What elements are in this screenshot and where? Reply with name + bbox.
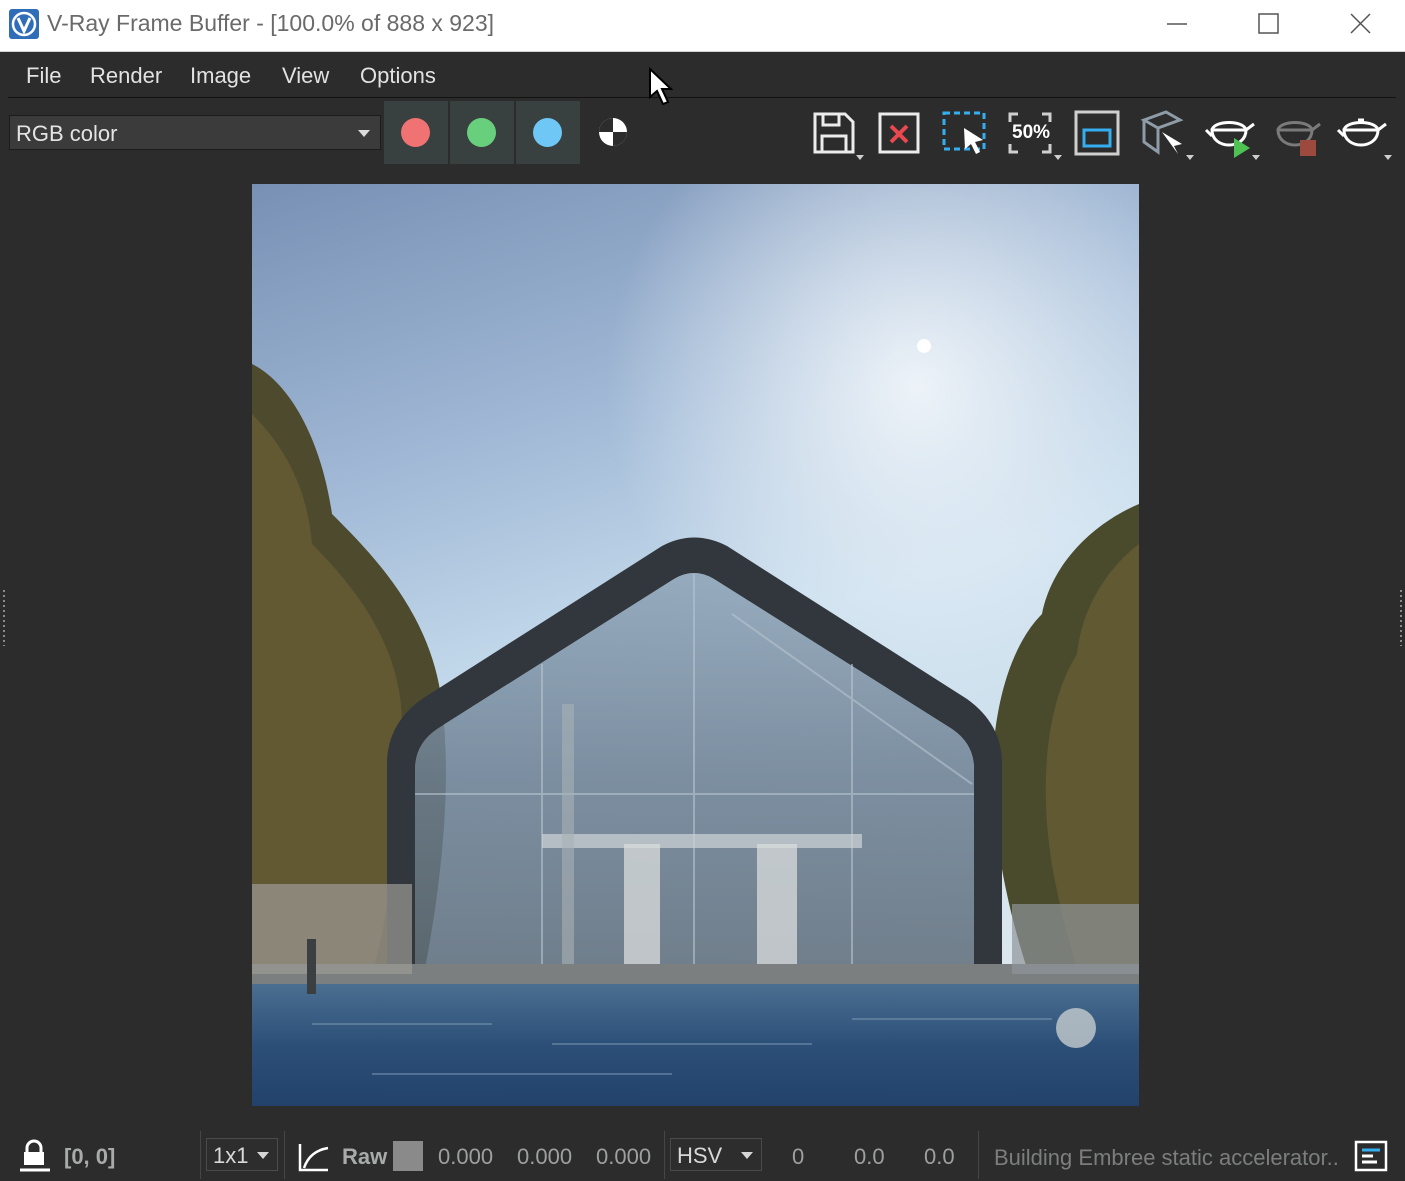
green-value: 0.000 bbox=[517, 1144, 573, 1169]
clear-image-button[interactable] bbox=[872, 106, 928, 162]
title-bar: V-Ray Frame Buffer - [100.0% of 888 x 92… bbox=[0, 0, 1405, 52]
channel-value: RGB color bbox=[16, 121, 118, 146]
left-panel-grip[interactable] bbox=[2, 590, 6, 646]
dropdown-arrow-icon bbox=[1186, 155, 1194, 160]
curve-icon bbox=[298, 1144, 329, 1172]
chevron-down-icon bbox=[358, 130, 370, 137]
alpha-channel-button[interactable] bbox=[585, 104, 641, 160]
stop-render-button[interactable] bbox=[1268, 106, 1324, 162]
alpha-icon bbox=[599, 118, 627, 146]
blue-channel-button[interactable] bbox=[516, 101, 580, 164]
divider bbox=[664, 1131, 665, 1179]
chevron-down-icon bbox=[741, 1152, 753, 1159]
color-curve-button[interactable] bbox=[296, 1138, 330, 1174]
menu-divider bbox=[8, 97, 1396, 98]
render-log-button[interactable] bbox=[1353, 1138, 1389, 1174]
lock-cursor-button[interactable] bbox=[18, 1138, 52, 1174]
green-dot-icon bbox=[467, 118, 496, 147]
dropdown-arrow-icon bbox=[1252, 155, 1260, 160]
zoom-50-button[interactable]: 50% bbox=[1004, 106, 1062, 162]
save-image-button[interactable] bbox=[806, 106, 864, 162]
minimize-button[interactable] bbox=[1155, 6, 1199, 42]
menu-options[interactable]: Options bbox=[360, 63, 436, 89]
rendered-image bbox=[252, 184, 1139, 1106]
track-mouse-icon bbox=[1074, 110, 1120, 156]
dropdown-arrow-icon bbox=[1384, 155, 1392, 160]
menu-bar: File Render Image View Options bbox=[0, 52, 1405, 98]
menu-render[interactable]: Render bbox=[90, 63, 162, 89]
color-swatch bbox=[393, 1141, 423, 1171]
render-camera-button[interactable] bbox=[1136, 106, 1194, 162]
divider bbox=[978, 1131, 979, 1179]
toolbar: RGB color 50% bbox=[0, 100, 1405, 166]
status-bar: [0, 0] 1x1 Raw 0.000 0.000 0.000 HSV 0 0… bbox=[0, 1130, 1405, 1181]
red-dot-icon bbox=[401, 118, 430, 147]
track-mouse-button[interactable] bbox=[1070, 106, 1126, 162]
render-teapot-button[interactable] bbox=[1334, 106, 1392, 162]
blue-dot-icon bbox=[533, 118, 562, 147]
red-value: 0.000 bbox=[438, 1144, 494, 1169]
menu-view[interactable]: View bbox=[282, 63, 329, 89]
start-render-icon bbox=[1204, 121, 1255, 158]
color-space-value: HSV bbox=[677, 1143, 723, 1168]
zoom-label: 50% bbox=[1012, 122, 1051, 143]
dropdown-arrow-icon bbox=[856, 155, 864, 160]
raw-label: Raw bbox=[342, 1144, 388, 1169]
menu-file[interactable]: File bbox=[26, 63, 61, 89]
log-icon bbox=[1354, 1140, 1388, 1172]
close-button[interactable] bbox=[1338, 6, 1382, 42]
render-camera-icon bbox=[1140, 110, 1184, 155]
sample-size-select[interactable]: 1x1 bbox=[206, 1138, 278, 1171]
right-panel-grip[interactable] bbox=[1399, 590, 1403, 646]
status-message: Building Embree static accelerator.. bbox=[994, 1145, 1339, 1170]
vray-logo-icon bbox=[9, 9, 39, 39]
clear-image-icon bbox=[878, 112, 920, 154]
red-channel-button[interactable] bbox=[384, 101, 448, 164]
value-value: 0.0 bbox=[924, 1144, 955, 1169]
region-render-button[interactable] bbox=[938, 106, 994, 162]
region-render-icon bbox=[942, 111, 986, 154]
maximize-button[interactable] bbox=[1246, 6, 1290, 42]
mouse-cursor-icon bbox=[648, 66, 674, 112]
chevron-down-icon bbox=[257, 1152, 269, 1159]
lock-icon bbox=[20, 1139, 50, 1172]
pixel-coords: [0, 0] bbox=[64, 1144, 116, 1169]
divider bbox=[284, 1131, 285, 1179]
window-title: V-Ray Frame Buffer - [100.0% of 888 x 92… bbox=[47, 10, 495, 36]
render-teapot-icon bbox=[1336, 118, 1387, 147]
menu-image[interactable]: Image bbox=[190, 63, 251, 89]
blue-value: 0.000 bbox=[596, 1144, 652, 1169]
dropdown-arrow-icon bbox=[1054, 155, 1062, 160]
start-render-button[interactable] bbox=[1202, 106, 1260, 162]
stop-render-icon bbox=[1276, 121, 1321, 156]
render-viewport[interactable] bbox=[252, 184, 1139, 1106]
sample-size-value: 1x1 bbox=[213, 1143, 249, 1168]
divider bbox=[200, 1131, 201, 1179]
save-image-icon bbox=[813, 112, 855, 154]
hue-value: 0 bbox=[792, 1144, 805, 1169]
color-space-select[interactable]: HSV bbox=[670, 1138, 762, 1171]
channel-select[interactable]: RGB color bbox=[9, 115, 381, 150]
saturation-value: 0.0 bbox=[854, 1144, 885, 1169]
green-channel-button[interactable] bbox=[450, 101, 514, 164]
